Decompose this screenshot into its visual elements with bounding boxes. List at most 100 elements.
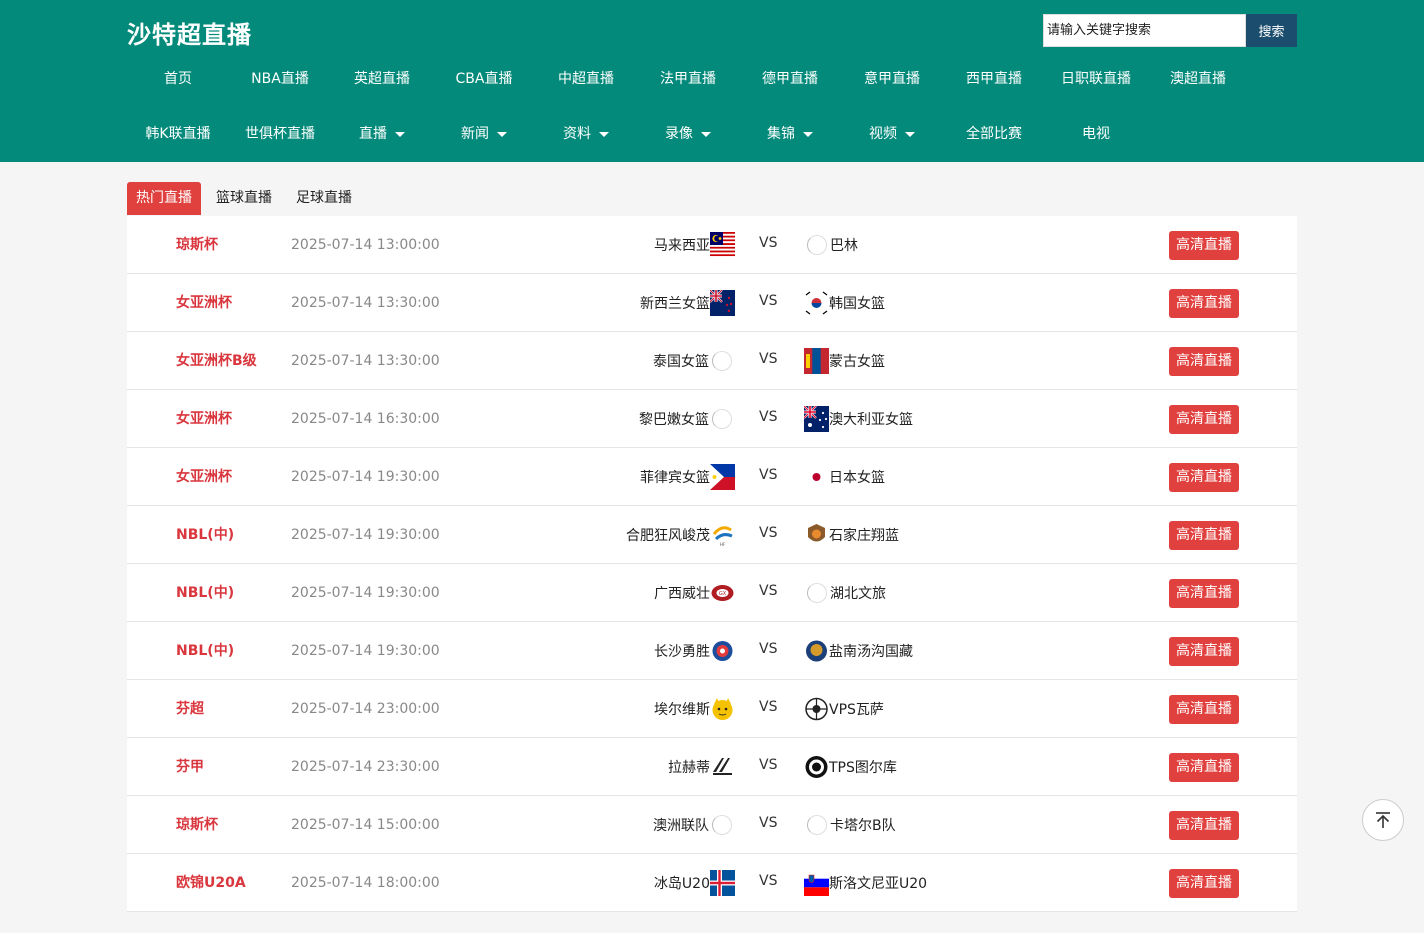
home-team[interactable]: 广西威壮 GX — [654, 580, 735, 606]
match-row: 欧锦U20A 2025-07-14 18:00:00 冰岛U20 VS 斯洛文尼亚U20… — [127, 854, 1297, 912]
hd-live-button[interactable]: 高清直播 — [1169, 289, 1239, 318]
nav-item[interactable]: 西甲直播 — [943, 58, 1045, 100]
team-logo-lahti-icon — [710, 754, 735, 780]
match-row: 女亚洲杯 2025-07-14 19:30:00 菲律宾女篮 VS 日本女篮 高清直播 — [127, 448, 1297, 506]
tab[interactable]: 篮球直播 — [207, 182, 281, 215]
hd-live-button[interactable]: 高清直播 — [1169, 753, 1239, 782]
match-row: 芬超 2025-07-14 23:00:00 埃尔维斯 VS VPS瓦萨 高清直播 — [127, 680, 1297, 738]
away-team[interactable]: 石家庄翔蓝 — [804, 522, 899, 548]
league-name[interactable]: 芬超 — [176, 680, 204, 738]
league-name[interactable]: 芬甲 — [176, 738, 204, 796]
league-name[interactable]: NBL(中) — [176, 506, 234, 564]
away-team[interactable]: 日本女篮 — [804, 464, 885, 490]
search-button[interactable]: 搜索 — [1246, 14, 1297, 47]
nav-item[interactable]: 世俱杯直播 — [229, 113, 331, 155]
away-team[interactable]: 巴林 — [804, 232, 858, 258]
hd-live-button[interactable]: 高清直播 — [1169, 231, 1239, 260]
away-team[interactable]: VPS瓦萨 — [804, 696, 884, 722]
nav-label: 韩K联直播 — [145, 126, 211, 142]
away-team[interactable]: 斯洛文尼亚U20 — [804, 870, 927, 896]
back-to-top-button[interactable] — [1362, 799, 1404, 841]
nav-item[interactable]: 英超直播 — [331, 58, 433, 100]
nav-item[interactable]: 韩K联直播 — [127, 113, 229, 155]
home-team[interactable]: 合肥狂风峻茂 HF — [626, 522, 735, 548]
hd-live-button[interactable]: 高清直播 — [1169, 405, 1239, 434]
team-logo-vps-icon — [804, 696, 829, 722]
team-logo-placeholder-icon — [712, 351, 732, 371]
home-team[interactable]: 拉赫蒂 — [668, 754, 735, 780]
nav-dropdown[interactable]: 直播 — [331, 113, 433, 155]
chevron-down-icon — [497, 131, 507, 137]
match-time: 2025-07-14 15:00:00 — [291, 817, 440, 833]
league-name[interactable]: 女亚洲杯 — [176, 390, 232, 448]
nav-item[interactable]: 首页 — [127, 58, 229, 100]
league-name[interactable]: NBL(中) — [176, 622, 234, 680]
hd-live-button[interactable]: 高清直播 — [1169, 637, 1239, 666]
match-row: NBL(中) 2025-07-14 19:30:00 合肥狂风峻茂 HF VS 石家庄翔蓝… — [127, 506, 1297, 564]
nav-item[interactable]: 德甲直播 — [739, 58, 841, 100]
home-team[interactable]: 埃尔维斯 — [654, 696, 735, 722]
league-name[interactable]: 女亚洲杯B级 — [176, 332, 257, 390]
match-list: 琼斯杯 2025-07-14 13:00:00 马来西亚 VS 巴林 高清直播 女亚洲杯 20… — [127, 216, 1297, 912]
nav-item[interactable]: 全部比赛 — [943, 113, 1045, 155]
league-name[interactable]: 女亚洲杯 — [176, 448, 232, 506]
away-team[interactable]: TPS图尔库 — [804, 754, 897, 780]
away-team[interactable]: 蒙古女篮 — [804, 348, 885, 374]
site-logo[interactable]: 沙特超直播 — [127, 15, 252, 50]
hd-live-button[interactable]: 高清直播 — [1169, 579, 1239, 608]
home-team[interactable]: 马来西亚 — [654, 232, 735, 258]
nav-item[interactable]: CBA直播 — [433, 58, 535, 100]
flag-australia-icon — [804, 406, 829, 432]
nav-item[interactable]: 法甲直播 — [637, 58, 739, 100]
away-team[interactable]: 湖北文旅 — [804, 580, 886, 606]
away-team-name: 蒙古女篮 — [829, 354, 885, 370]
away-team-name: 澳大利亚女篮 — [829, 412, 913, 428]
nav-dropdown[interactable]: 录像 — [637, 113, 739, 155]
nav-item[interactable]: 澳超直播 — [1147, 58, 1249, 100]
nav-item[interactable]: 中超直播 — [535, 58, 637, 100]
hd-live-button[interactable]: 高清直播 — [1169, 695, 1239, 724]
nav-item[interactable]: 电视 — [1045, 113, 1147, 155]
away-team-name: VPS瓦萨 — [829, 702, 884, 718]
hd-live-button[interactable]: 高清直播 — [1169, 463, 1239, 492]
nav-dropdown[interactable]: 资料 — [535, 113, 637, 155]
nav-dropdown[interactable]: 集锦 — [739, 113, 841, 155]
league-name[interactable]: 女亚洲杯 — [176, 274, 232, 332]
match-time: 2025-07-14 19:30:00 — [291, 643, 440, 659]
away-team-name: 日本女篮 — [829, 470, 885, 486]
home-team[interactable]: 新西兰女篮 — [640, 290, 735, 316]
home-team[interactable]: 长沙勇胜 — [654, 638, 735, 664]
league-name[interactable]: 琼斯杯 — [176, 796, 218, 854]
home-team[interactable]: 冰岛U20 — [654, 870, 735, 896]
hd-live-button[interactable]: 高清直播 — [1169, 811, 1239, 840]
chevron-down-icon — [701, 131, 711, 137]
hd-live-button[interactable]: 高清直播 — [1169, 347, 1239, 376]
tab[interactable]: 足球直播 — [287, 182, 361, 215]
nav-dropdown[interactable]: 视频 — [841, 113, 943, 155]
vs-label: VS — [759, 525, 778, 541]
league-name[interactable]: NBL(中) — [176, 564, 234, 622]
away-team[interactable]: 卡塔尔B队 — [804, 812, 896, 838]
nav-item[interactable]: 日职联直播 — [1045, 58, 1147, 100]
hd-live-button[interactable]: 高清直播 — [1169, 521, 1239, 550]
match-row: 琼斯杯 2025-07-14 13:00:00 马来西亚 VS 巴林 高清直播 — [127, 216, 1297, 274]
home-team[interactable]: 泰国女篮 — [653, 348, 735, 374]
tab[interactable]: 热门直播 — [127, 182, 201, 215]
league-name[interactable]: 欧锦U20A — [176, 854, 246, 912]
nav-dropdown[interactable]: 新闻 — [433, 113, 535, 155]
home-team[interactable]: 菲律宾女篮 — [640, 464, 735, 490]
team-logo-shijiazhuang-icon — [804, 522, 829, 548]
search-input[interactable] — [1043, 14, 1246, 47]
svg-text:GX: GX — [719, 591, 727, 597]
away-team[interactable]: 盐南汤沟国藏 — [804, 638, 913, 664]
away-team[interactable]: 澳大利亚女篮 — [804, 406, 913, 432]
nav-item[interactable]: NBA直播 — [229, 58, 331, 100]
team-logo-guangxi-icon: GX — [710, 580, 735, 606]
home-team[interactable]: 澳洲联队 — [653, 812, 735, 838]
nav-item[interactable]: 意甲直播 — [841, 58, 943, 100]
hd-live-button[interactable]: 高清直播 — [1169, 869, 1239, 898]
away-team[interactable]: 韩国女篮 — [804, 290, 885, 316]
home-team[interactable]: 黎巴嫩女篮 — [639, 406, 735, 432]
flag-korea-icon — [804, 290, 829, 316]
league-name[interactable]: 琼斯杯 — [176, 216, 218, 274]
